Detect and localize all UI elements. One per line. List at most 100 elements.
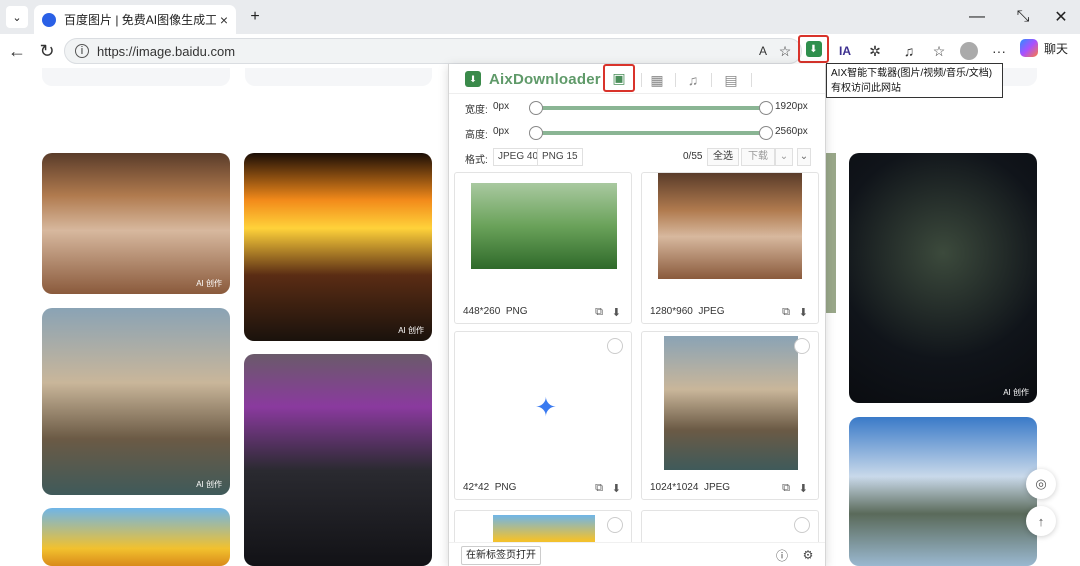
tab-divider [711,73,712,87]
item-download-icon[interactable]: ⬇ [799,306,808,319]
tab-music-icon[interactable]: ♫ [679,69,707,91]
extension-name: AixDownloader [489,71,601,88]
ai-assistant-icon[interactable]: ◎ [1026,469,1056,499]
height-min-handle[interactable] [529,126,543,140]
image-purple-hair-girl[interactable] [244,354,432,566]
item-download-icon[interactable]: ⬇ [612,482,621,495]
tooltip-line1: AIX智能下载器(图片/视频/音乐/文档) [831,68,993,79]
tab-divider [675,73,676,87]
download-button[interactable]: 下载 [741,148,775,166]
width-max-handle[interactable] [759,101,773,115]
format-row: 格式: JPEG 40 PNG 15 0/55 全选 下载 ⌄ ⌄ [449,148,825,170]
top-category-card[interactable] [42,68,230,86]
item-meta: 42*42 PNG [463,482,517,493]
item-meta: 448*260 PNG [463,306,528,317]
refresh-icon[interactable]: ↻ [36,40,58,62]
image-mountain-river[interactable] [849,417,1037,566]
favorites-list-icon[interactable]: ☆ [928,40,950,62]
close-window-icon[interactable]: ✕ [1046,6,1076,28]
item-download-icon[interactable]: ⬇ [799,482,808,495]
image-woman-portrait[interactable]: AI 创作 [42,153,230,294]
item-download-icon[interactable]: ⬇ [612,306,621,319]
image-figurine-cat-hood[interactable]: AI 创作 [849,153,1037,403]
profile-avatar-icon[interactable] [958,40,980,62]
download-icon: ⬇ [805,41,822,57]
info-icon[interactable]: ⓘ [775,548,789,563]
selected-count: 0/55 [683,151,703,162]
item-thumbnail-star-icon: ✦ [535,392,557,422]
height-max-handle[interactable] [759,126,773,140]
tab-document-icon[interactable]: ▤ [717,69,745,91]
image-sunflower[interactable] [42,508,230,566]
download-dropdown-icon[interactable]: ⌄ [775,148,793,166]
settings-more-icon[interactable]: ··· [988,40,1010,62]
baidu-favicon-icon [42,12,56,27]
favorite-star-icon[interactable]: ☆ [774,40,796,62]
ai-badge: AI 创作 [398,326,424,335]
options-chevron-icon[interactable]: ⌄ [797,148,811,166]
width-min-handle[interactable] [529,101,543,115]
extensions-puzzle-icon[interactable]: ✲ [864,40,886,62]
select-all-button[interactable]: 全选 [707,148,739,166]
image-edge-strip [826,153,836,313]
top-category-card[interactable] [245,68,432,86]
height-label: 高度: [465,130,488,141]
height-slider-row: 高度: 0px 2560px [449,123,825,143]
height-max: 2560px [775,126,808,137]
restore-icon[interactable]: ⤡ [1008,6,1038,28]
image-item-card[interactable]: 1280*960 JPEG ⧉ ⬇ [641,172,819,324]
tab-divider [641,73,642,87]
ai-badge: AI 创作 [1003,388,1029,397]
image-item-card[interactable]: 448*260 PNG ⧉ ⬇ [454,172,632,324]
scroll-top-icon[interactable]: ↑ [1026,506,1056,536]
copilot-icon [1020,39,1038,57]
tooltip-line2: 有权访问此网站 [831,83,901,94]
format-chip-jpeg[interactable]: JPEG 40 [493,148,544,166]
open-external-icon[interactable]: ⧉ [595,482,603,495]
minimize-icon[interactable]: — [962,6,992,28]
active-tab[interactable]: 百度图片 | 免费AI图像生成工具与海量图片 × [34,5,236,34]
back-icon[interactable]: ← [6,40,28,62]
image-item-card[interactable]: ✦ 42*42 PNG ⧉ ⬇ [454,331,632,500]
tab-list-chevron-icon[interactable]: ⌄ [6,6,28,28]
format-chip-png[interactable]: PNG 15 [537,148,583,166]
aixdownloader-logo-icon: ⬇ [465,71,481,87]
address-bar[interactable]: i https://image.baidu.com [64,38,802,64]
ia-extension-icon[interactable]: IA [834,40,856,62]
width-max: 1920px [775,101,808,112]
image-item-card[interactable]: 1024*1024 JPEG ⧉ ⬇ [641,331,819,500]
tab-close-icon[interactable]: × [220,12,228,28]
width-min: 0px [493,101,510,112]
open-in-new-tab-button[interactable]: 在新标签页打开 [461,546,541,565]
height-min: 0px [493,126,510,137]
item-select-checkbox[interactable] [607,517,623,533]
item-thumbnail [471,183,617,269]
settings-gear-icon[interactable]: ⚙ [801,548,815,562]
image-queen-portrait[interactable]: AI 创作 [42,308,230,495]
aixdownloader-popup: ⬇ AixDownloader ▣ ▦ ♫ ▤ 宽度: 0px 1920px 高… [448,64,826,566]
ai-badge: AI 创作 [196,279,222,288]
open-external-icon[interactable]: ⧉ [595,306,603,319]
item-select-checkbox[interactable] [794,338,810,354]
read-aloud-icon[interactable]: A [752,40,774,62]
item-thumbnail [658,173,802,279]
open-external-icon[interactable]: ⧉ [782,482,790,495]
popup-header: ⬇ AixDownloader ▣ ▦ ♫ ▤ [449,64,825,94]
item-select-checkbox[interactable] [607,338,623,354]
ai-badge: AI 创作 [196,480,222,489]
item-select-checkbox[interactable] [794,517,810,533]
aixdownloader-extension-button[interactable]: ⬇ [798,35,829,63]
read-aloud-label: A [758,44,767,58]
format-label: 格式: [465,155,488,166]
url-text: https://image.baidu.com [97,43,236,59]
image-burning-logs[interactable]: AI 创作 [244,153,432,341]
media-control-icon[interactable]: ♫ [898,40,920,62]
copilot-chat-button[interactable]: 聊天 [1020,39,1068,57]
width-slider-track[interactable] [529,101,773,115]
height-slider-track[interactable] [529,126,773,140]
new-tab-button[interactable]: + [240,6,270,28]
tab-video-icon[interactable]: ▦ [643,69,671,91]
site-info-icon[interactable]: i [75,44,89,58]
open-external-icon[interactable]: ⧉ [782,306,790,319]
tab-images-icon[interactable]: ▣ [603,64,635,92]
